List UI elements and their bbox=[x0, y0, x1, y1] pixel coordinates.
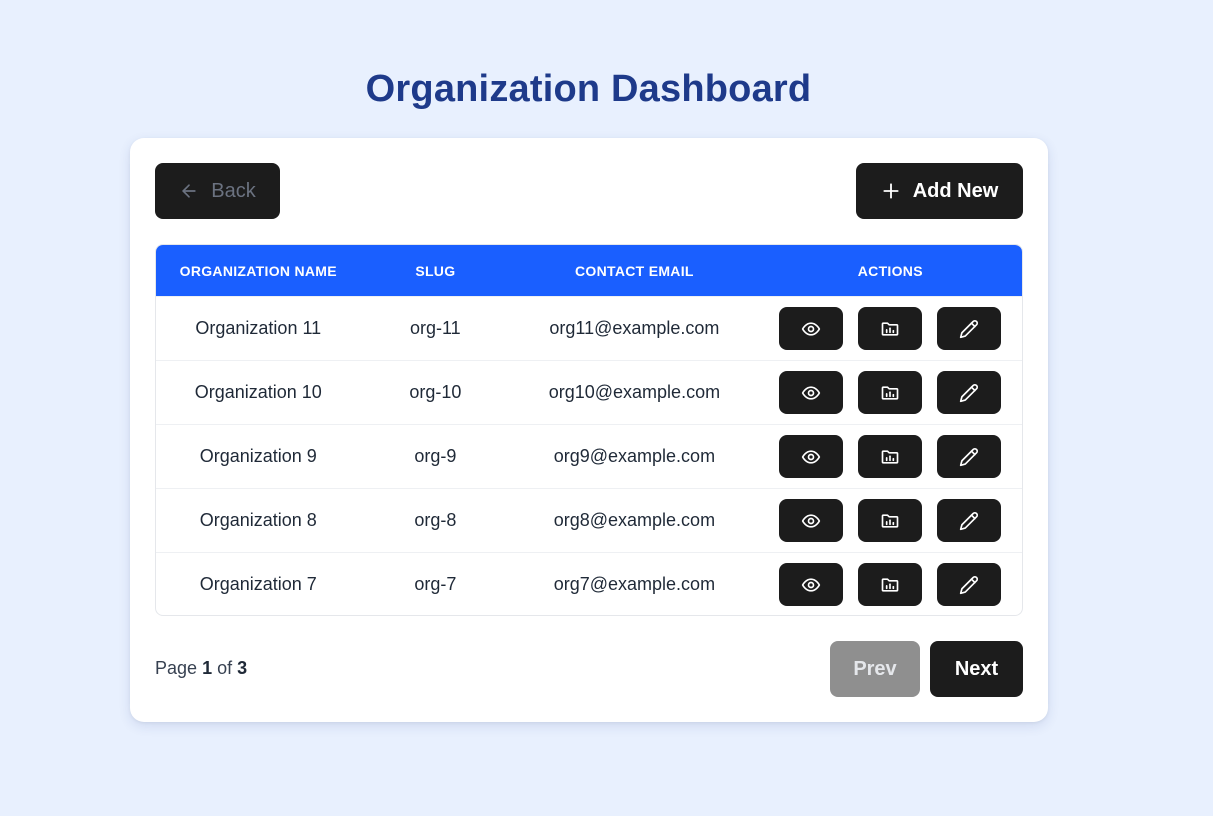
eye-icon bbox=[801, 319, 821, 339]
cell-contact-email: org8@example.com bbox=[553, 510, 716, 530]
edit-button[interactable] bbox=[937, 499, 1002, 542]
back-button-label: Back bbox=[211, 179, 256, 202]
cell-organization-name: Organization 7 bbox=[199, 574, 317, 594]
arrow-left-icon bbox=[179, 181, 199, 201]
of-word: of bbox=[217, 658, 233, 678]
header-slug: SLUG bbox=[415, 262, 456, 279]
header-organization-name: ORGANIZATION NAME bbox=[179, 262, 337, 279]
pencil-icon bbox=[959, 575, 979, 595]
cell-slug: org-9 bbox=[414, 446, 457, 466]
reports-button[interactable] bbox=[858, 499, 923, 542]
view-button[interactable] bbox=[779, 499, 844, 542]
view-button[interactable] bbox=[779, 563, 844, 606]
back-button[interactable]: Back bbox=[155, 163, 280, 219]
plus-icon bbox=[881, 181, 901, 201]
total-pages: 3 bbox=[237, 658, 248, 678]
add-new-button[interactable]: Add New bbox=[856, 163, 1023, 219]
edit-button[interactable] bbox=[937, 307, 1002, 350]
view-button[interactable] bbox=[779, 435, 844, 478]
edit-button[interactable] bbox=[937, 563, 1002, 606]
prev-button[interactable]: Prev bbox=[830, 641, 920, 697]
edit-button[interactable] bbox=[937, 435, 1002, 478]
reports-button[interactable] bbox=[858, 307, 923, 350]
eye-icon bbox=[801, 447, 821, 467]
eye-icon bbox=[801, 383, 821, 403]
folder-chart-icon bbox=[880, 575, 900, 595]
reports-button[interactable] bbox=[858, 563, 923, 606]
next-button[interactable]: Next bbox=[930, 641, 1023, 697]
edit-button[interactable] bbox=[937, 371, 1002, 414]
cell-organization-name: Organization 9 bbox=[199, 446, 317, 466]
row-actions bbox=[759, 499, 1022, 542]
row-actions bbox=[759, 435, 1022, 478]
page-title: Organization Dashboard bbox=[365, 68, 812, 110]
cell-contact-email: org9@example.com bbox=[553, 446, 716, 466]
folder-chart-icon bbox=[880, 383, 900, 403]
table-row: Organization 10 org-10 org10@example.com bbox=[156, 360, 1022, 424]
pencil-icon bbox=[959, 383, 979, 403]
cell-slug: org-11 bbox=[410, 318, 461, 338]
eye-icon bbox=[801, 511, 821, 531]
header-contact-email: CONTACT EMAIL bbox=[575, 262, 694, 279]
cell-slug: org-7 bbox=[414, 574, 457, 594]
table-row: Organization 7 org-7 org7@example.com bbox=[156, 552, 1022, 615]
organizations-card: Back Add New ORGANIZATION NAME SLUG CONT… bbox=[130, 138, 1048, 722]
reports-button[interactable] bbox=[858, 371, 923, 414]
cell-organization-name: Organization 10 bbox=[194, 382, 322, 402]
table-header: ORGANIZATION NAME SLUG CONTACT EMAIL ACT… bbox=[156, 245, 1022, 296]
eye-icon bbox=[801, 575, 821, 595]
table-row: Organization 11 org-11 org11@example.com bbox=[156, 296, 1022, 360]
cell-organization-name: Organization 11 bbox=[195, 318, 322, 338]
header-actions: ACTIONS bbox=[857, 262, 923, 279]
cell-contact-email: org7@example.com bbox=[553, 574, 716, 594]
pencil-icon bbox=[959, 511, 979, 531]
pagination-status: Page 1 of 3 bbox=[155, 658, 247, 679]
row-actions bbox=[759, 371, 1022, 414]
organizations-table: ORGANIZATION NAME SLUG CONTACT EMAIL ACT… bbox=[155, 244, 1023, 616]
cell-organization-name: Organization 8 bbox=[199, 510, 317, 530]
current-page: 1 bbox=[202, 658, 213, 678]
folder-chart-icon bbox=[880, 447, 900, 467]
cell-slug: org-10 bbox=[409, 382, 462, 402]
pencil-icon bbox=[959, 319, 979, 339]
page-word: Page bbox=[155, 658, 198, 678]
cell-contact-email: org11@example.com bbox=[549, 318, 720, 338]
view-button[interactable] bbox=[779, 307, 844, 350]
row-actions bbox=[759, 563, 1022, 606]
add-new-button-label: Add New bbox=[912, 179, 999, 202]
cell-contact-email: org10@example.com bbox=[548, 382, 721, 402]
reports-button[interactable] bbox=[858, 435, 923, 478]
cell-slug: org-8 bbox=[414, 510, 457, 530]
folder-chart-icon bbox=[880, 511, 900, 531]
pencil-icon bbox=[959, 447, 979, 467]
folder-chart-icon bbox=[880, 319, 900, 339]
table-row: Organization 9 org-9 org9@example.com bbox=[156, 424, 1022, 488]
view-button[interactable] bbox=[779, 371, 844, 414]
row-actions bbox=[759, 307, 1022, 350]
table-row: Organization 8 org-8 org8@example.com bbox=[156, 488, 1022, 552]
